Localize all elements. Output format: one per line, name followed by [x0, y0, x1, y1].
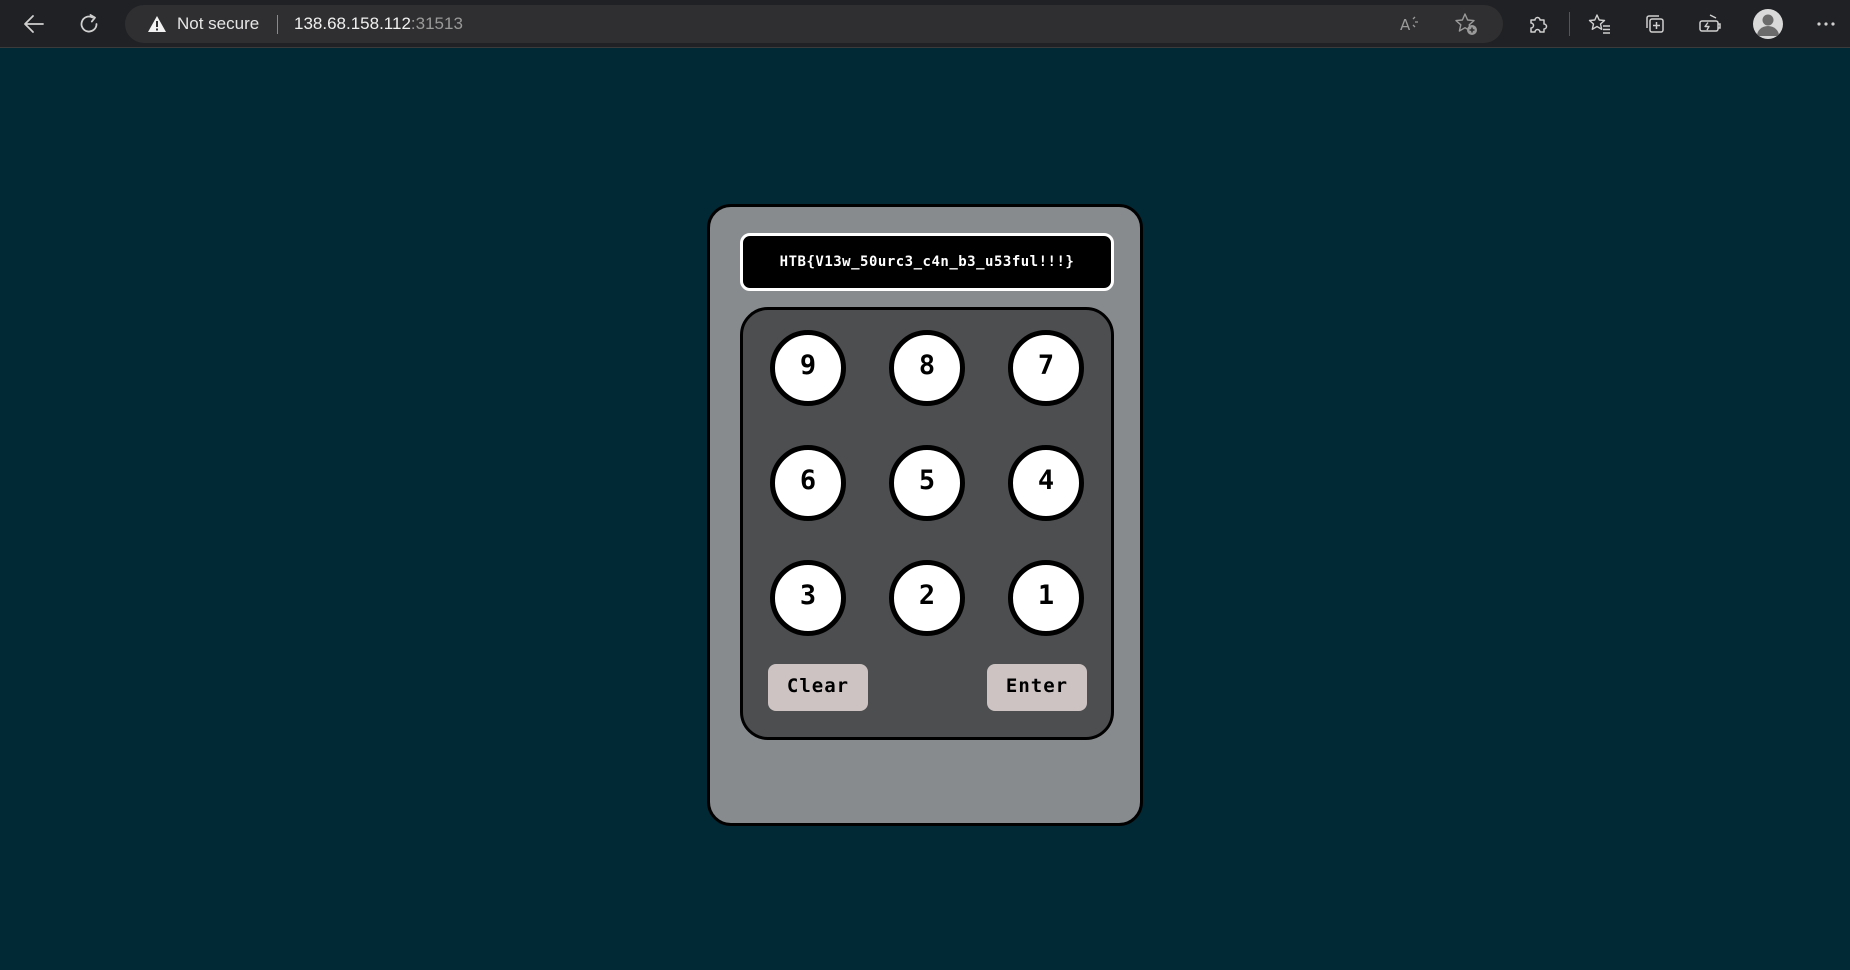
more-icon: [1816, 21, 1836, 27]
back-button[interactable]: [16, 6, 52, 42]
key-8[interactable]: 8: [889, 330, 965, 406]
favorites-icon: [1588, 13, 1612, 35]
warning-triangle-icon[interactable]: [147, 15, 167, 38]
read-aloud-icon: A: [1399, 14, 1423, 34]
key-6[interactable]: 6: [770, 445, 846, 521]
key-9[interactable]: 9: [770, 330, 846, 406]
collections-icon: [1644, 13, 1666, 35]
add-favorite-button[interactable]: [1448, 6, 1484, 42]
enter-button[interactable]: Enter: [987, 664, 1087, 711]
collections-button[interactable]: [1637, 6, 1673, 42]
keypad-device: HTB{V13w_50urc3_c4n_b3_u53ful!!!} 9 8 7 …: [707, 204, 1143, 826]
browser-toolbar: Not secure 138.68.158.112:31513 A: [0, 0, 1850, 48]
address-divider: [277, 15, 278, 34]
avatar-icon[interactable]: [1753, 9, 1783, 39]
star-plus-icon: [1454, 12, 1478, 36]
display-text: HTB{V13w_50urc3_c4n_b3_u53ful!!!}: [779, 254, 1075, 270]
read-aloud-button[interactable]: A: [1393, 6, 1429, 42]
address-bar[interactable]: Not secure 138.68.158.112:31513 A: [125, 5, 1503, 43]
key-4[interactable]: 4: [1008, 445, 1084, 521]
puzzle-icon: [1527, 13, 1549, 35]
favorites-button[interactable]: [1582, 6, 1618, 42]
url-host: 138.68.158.112: [294, 14, 411, 33]
performance-button[interactable]: [1692, 6, 1728, 42]
key-5[interactable]: 5: [889, 445, 965, 521]
url-text[interactable]: 138.68.158.112:31513: [294, 5, 463, 43]
url-port: :31513: [410, 14, 463, 33]
performance-icon: [1698, 13, 1722, 35]
key-7[interactable]: 7: [1008, 330, 1084, 406]
refresh-button[interactable]: [71, 6, 107, 42]
key-3[interactable]: 3: [770, 560, 846, 636]
toolbar-divider: [1569, 12, 1570, 36]
extensions-button[interactable]: [1520, 6, 1556, 42]
keypad-panel: 9 8 7 6 5 4 3 2 1 Clear Enter: [740, 307, 1114, 740]
security-status[interactable]: Not secure: [177, 5, 259, 43]
clear-button[interactable]: Clear: [768, 664, 868, 711]
more-button[interactable]: [1808, 6, 1844, 42]
svg-text:A: A: [1400, 16, 1411, 34]
key-2[interactable]: 2: [889, 560, 965, 636]
key-1[interactable]: 1: [1008, 560, 1084, 636]
keypad-display: HTB{V13w_50urc3_c4n_b3_u53ful!!!}: [740, 233, 1114, 291]
arrow-left-icon: [23, 13, 45, 35]
refresh-icon: [78, 13, 100, 35]
